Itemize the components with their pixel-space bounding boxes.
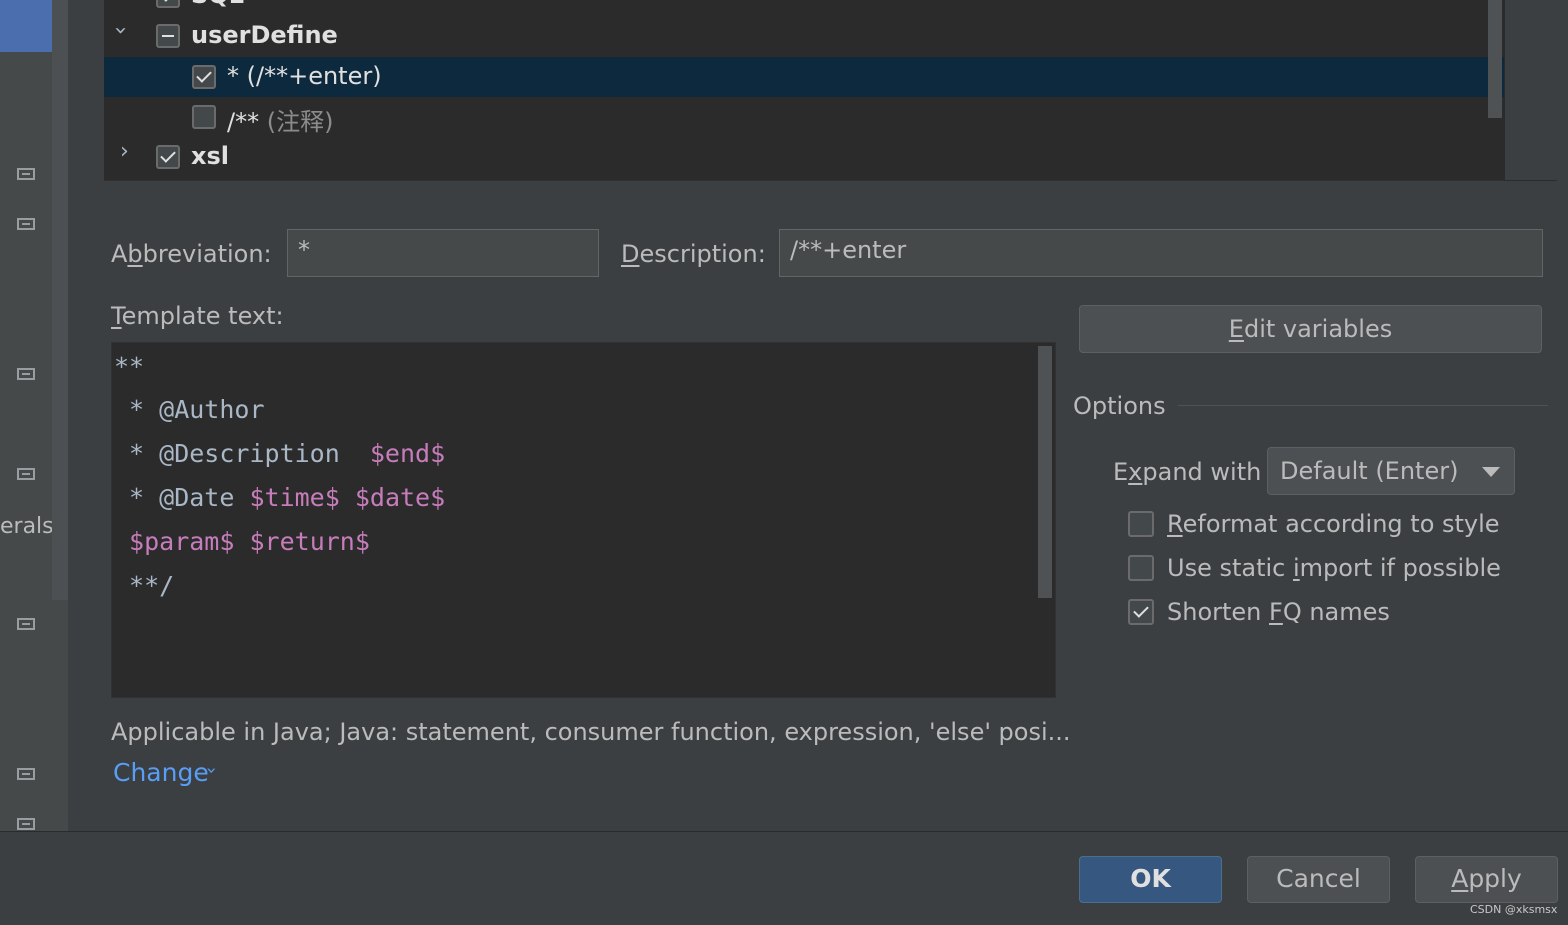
options-separator: [1178, 405, 1548, 406]
expand-with-select[interactable]: Default (Enter): [1267, 447, 1515, 495]
shorten-fq-label[interactable]: Shorten FQ names: [1167, 598, 1390, 626]
settings-page-icon: [17, 168, 35, 180]
template-line: **: [114, 352, 145, 381]
edit-variables-button[interactable]: Edit variables: [1079, 305, 1542, 353]
tree-item-star-enter[interactable]: * (/**+enter): [104, 57, 1504, 97]
ok-button[interactable]: OK: [1079, 856, 1222, 903]
chevron-right-icon[interactable]: ›: [118, 0, 127, 5]
template-line: * @Description $end$: [114, 439, 446, 468]
template-line: $param$ $return$: [114, 527, 370, 556]
template-checkbox[interactable]: [192, 105, 216, 129]
description-label: Description:: [621, 240, 766, 268]
chevron-down-icon[interactable]: ›: [108, 26, 133, 35]
options-title: Options: [1073, 392, 1166, 420]
group-checkbox[interactable]: [156, 145, 180, 169]
tree-group-label: userDefine: [191, 21, 338, 49]
tree-group-xsl[interactable]: › xsl: [104, 137, 1504, 177]
cancel-button[interactable]: Cancel: [1247, 856, 1390, 903]
applicable-context-text: Applicable in Java; Java: statement, con…: [111, 718, 1071, 746]
description-input[interactable]: /**+enter: [779, 229, 1543, 277]
template-description: (注释): [266, 108, 334, 136]
settings-page-icon: [17, 218, 35, 230]
reformat-label[interactable]: Reformat according to style: [1167, 510, 1500, 538]
static-import-label[interactable]: Use static import if possible: [1167, 554, 1501, 582]
left-scrollbar[interactable]: [52, 0, 68, 600]
template-line: **/: [114, 571, 175, 600]
template-abbreviation: /**: [227, 108, 260, 136]
template-text-label: Template text:: [111, 302, 284, 330]
static-import-checkbox[interactable]: [1128, 555, 1154, 581]
group-checkbox[interactable]: [156, 0, 180, 8]
template-checkbox[interactable]: [192, 65, 216, 89]
abbreviation-input[interactable]: *: [287, 229, 599, 277]
template-line: * @Date $time$ $date$: [114, 483, 446, 512]
chevron-right-icon[interactable]: ›: [120, 139, 129, 164]
live-template-tree: › SQL › userDefine * (/**+enter) /** (注释…: [104, 0, 1504, 181]
tree-toolbar-area: [1504, 0, 1557, 181]
settings-page-icon: [17, 768, 35, 780]
settings-page-icon: [17, 468, 35, 480]
watermark-text: CSDN @xksmsx: [1470, 903, 1558, 916]
tree-item-comment[interactable]: /** (注释): [104, 97, 1504, 137]
change-context-link[interactable]: Change: [113, 758, 209, 787]
shorten-fq-checkbox[interactable]: [1128, 599, 1154, 625]
template-description: (/**+enter): [246, 62, 382, 90]
settings-page-icon: [17, 618, 35, 630]
expand-with-value: Default (Enter): [1280, 457, 1459, 485]
abbreviation-label: Abbreviation:: [111, 240, 272, 268]
tree-group-label: SQL: [191, 0, 244, 9]
settings-page-icon: [17, 818, 35, 830]
tree-group-userdefine[interactable]: › userDefine: [104, 16, 1504, 56]
template-abbreviation: *: [227, 62, 239, 90]
tree-group-label: xsl: [191, 142, 229, 170]
chevron-down-icon[interactable]: ›: [201, 767, 222, 774]
editor-scrollbar[interactable]: [1038, 346, 1052, 598]
left-panel-partial-text: erals: [0, 514, 52, 539]
expand-with-label: Expand with: [1113, 458, 1262, 486]
apply-button[interactable]: Apply: [1415, 856, 1558, 903]
reformat-checkbox[interactable]: [1128, 511, 1154, 537]
tree-group-sql[interactable]: › SQL: [104, 0, 1504, 16]
dropdown-arrow-icon: [1482, 467, 1500, 477]
template-line: * @Author: [114, 395, 265, 424]
group-checkbox[interactable]: [156, 24, 180, 48]
settings-page-icon: [17, 368, 35, 380]
tree-scrollbar[interactable]: [1488, 0, 1502, 118]
